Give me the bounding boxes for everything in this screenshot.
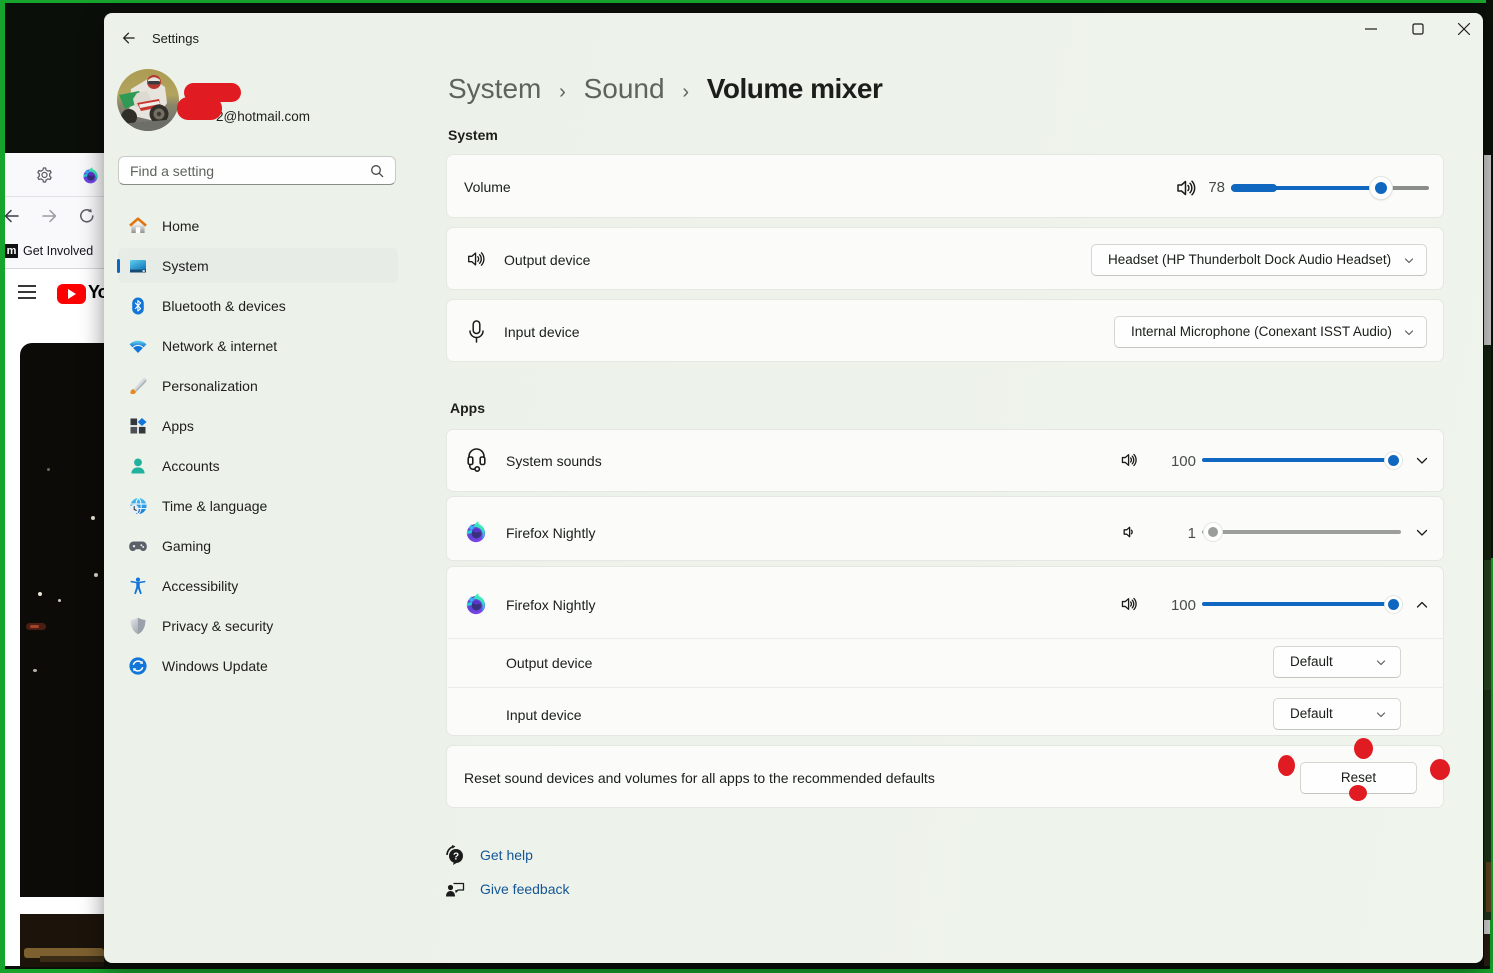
svg-text:?: ?: [453, 852, 459, 863]
